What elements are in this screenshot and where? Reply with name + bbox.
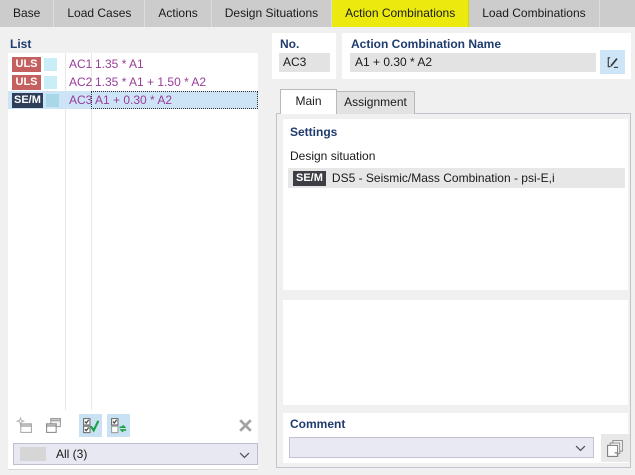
color-swatch [44,57,57,71]
name-label: Action Combination Name [351,37,502,51]
chevron-down-icon [239,452,250,459]
delete-icon [237,417,254,434]
main-tab-bar: Base Load Cases Actions Design Situation… [0,0,635,27]
action-combinations-dialog: Base Load Cases Actions Design Situation… [0,0,635,475]
tab-base[interactable]: Base [0,0,55,27]
invert-selection-icon [110,417,127,434]
comment-label: Comment [290,417,346,431]
design-situation-label: Design situation [290,149,376,163]
comment-copy-button[interactable] [601,434,630,462]
settings-title: Settings [290,125,338,139]
comment-combo[interactable] [289,437,594,458]
tab-main[interactable]: Main [280,89,337,114]
comment-panel: Comment [283,413,630,463]
new-combination-button[interactable] [13,414,36,437]
tab-assignment[interactable]: Assignment [336,91,415,114]
empty-panel [283,300,628,405]
combination-id: AC2 [69,75,93,89]
combination-id: AC3 [69,93,93,107]
list-title: List [10,37,32,51]
no-label: No. [280,37,300,51]
no-field: AC3 [279,53,330,72]
combination-id: AC1 [69,57,93,71]
copy-combination-button[interactable] [42,414,65,437]
design-situation-field: SE/M DS5 - Seismic/Mass Combination - ps… [288,168,625,188]
list-item-ac1[interactable]: ULS AC1 1.35 * A1 [8,55,258,73]
tab-actions[interactable]: Actions [145,0,212,27]
category-badge: SE/M [12,92,43,108]
new-combination-icon [16,417,33,434]
check-all-button[interactable] [79,414,102,437]
list-item-ac2[interactable]: ULS AC2 1.35 * A1 + 1.50 * A2 [8,73,258,91]
check-all-icon [82,417,99,434]
invert-selection-button[interactable] [107,414,130,437]
tab-load-cases[interactable]: Load Cases [54,0,146,27]
name-panel: Action Combination Name A1 + 0.30 * A2 [342,33,631,79]
filter-color-swatch [20,447,46,461]
chevron-down-icon [575,445,586,452]
filter-value: All (3) [56,447,88,461]
tab-load-combinations[interactable]: Load Combinations [469,0,600,27]
copy-combination-icon [45,417,62,434]
color-swatch [45,93,59,107]
rename-button[interactable] [600,50,625,74]
no-panel: No. AC3 [272,33,336,79]
design-situation-badge: SE/M [293,170,326,186]
name-field[interactable]: A1 + 0.30 * A2 [350,53,596,72]
main-tab-page: Settings Design situation SE/M DS5 - Sei… [276,113,631,468]
design-situation-text: DS5 - Seismic/Mass Combination - psi-E,i [331,171,555,185]
combination-formula: 1.35 * A1 + 1.50 * A2 [95,75,207,89]
combination-formula: A1 + 0.30 * A2 [91,91,258,109]
list-item-ac3[interactable]: SE/M AC3 A1 + 0.30 * A2 [8,91,258,109]
category-badge: ULS [12,74,41,90]
delete-combination-button[interactable] [233,414,257,437]
rename-icon [605,55,620,70]
tab-action-combinations[interactable]: Action Combinations [332,0,470,27]
copy-pages-icon [606,439,625,458]
tab-design-situations[interactable]: Design Situations [212,0,333,27]
settings-panel: Settings Design situation SE/M DS5 - Sei… [283,119,628,290]
list-filter-dropdown[interactable]: All (3) [13,443,258,465]
color-swatch [44,75,57,89]
category-badge: ULS [12,56,41,72]
combination-formula: 1.35 * A1 [95,57,144,71]
list-panel: ULS AC1 1.35 * A1 ULS AC2 1.35 * A1 + 1.… [8,53,258,470]
